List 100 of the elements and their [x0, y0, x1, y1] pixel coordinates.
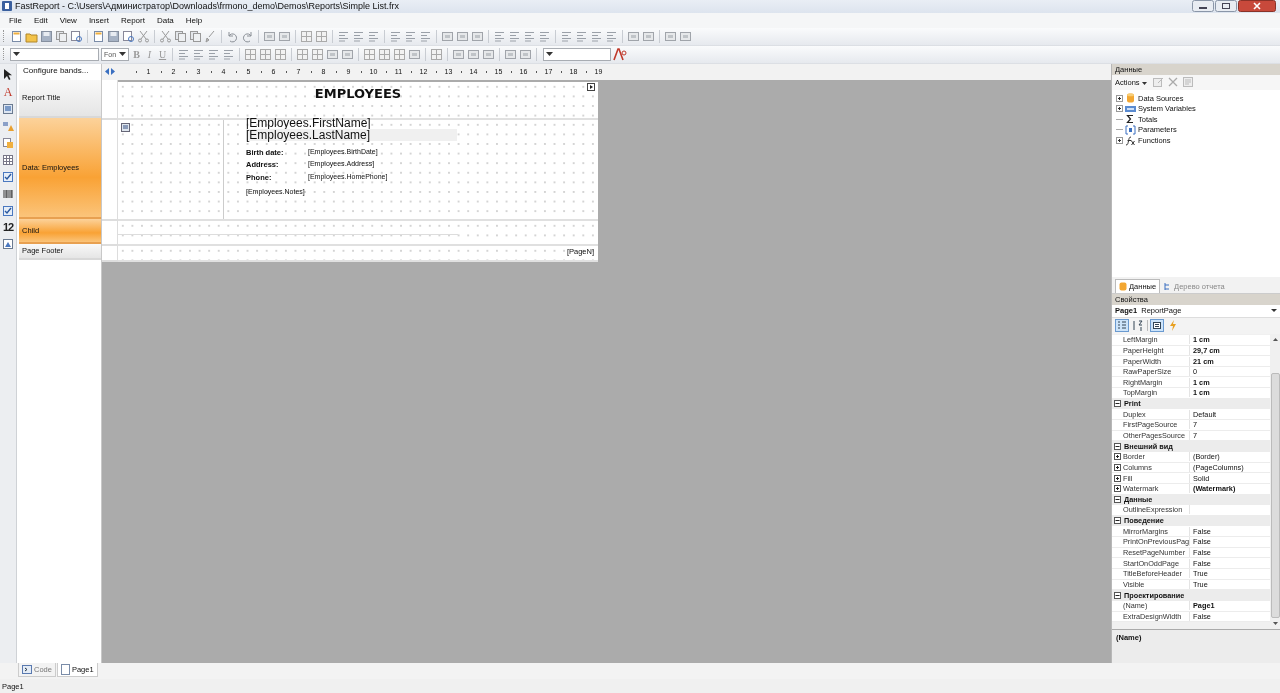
align-icon[interactable] — [538, 29, 551, 43]
categorized-icon[interactable] — [1115, 319, 1129, 333]
expand-icon[interactable] — [1116, 137, 1123, 145]
collapse-icon[interactable] — [1114, 442, 1121, 450]
square-icon[interactable] — [456, 29, 469, 43]
maximize-icon[interactable] — [1215, 0, 1237, 12]
font-style-icon[interactable] — [613, 47, 627, 61]
square-icon[interactable] — [519, 47, 532, 61]
view-icon[interactable] — [1181, 76, 1194, 89]
sort-icon[interactable] — [1131, 319, 1145, 333]
align-icon[interactable] — [419, 29, 432, 43]
square-icon[interactable] — [452, 47, 465, 61]
expand-icon[interactable] — [1113, 463, 1121, 471]
align-icon[interactable] — [389, 29, 402, 43]
align-icon[interactable] — [367, 29, 380, 43]
number-tool[interactable]: 12 — [2, 221, 14, 233]
collapse-icon[interactable] — [1114, 517, 1121, 525]
expand-icon[interactable] — [1113, 485, 1121, 493]
menu-item[interactable]: Help — [179, 14, 209, 26]
align-icon[interactable] — [192, 47, 205, 61]
magnifier-icon[interactable] — [122, 29, 135, 43]
align-icon[interactable] — [404, 29, 417, 43]
barcode-icon[interactable] — [2, 187, 14, 200]
redo-icon[interactable] — [241, 29, 254, 43]
menu-item[interactable]: View — [53, 14, 83, 26]
copy-icon[interactable] — [189, 29, 202, 43]
grid-icon[interactable] — [363, 47, 376, 61]
picture-icon[interactable] — [2, 102, 14, 115]
square-icon[interactable] — [664, 29, 677, 43]
grid-icon[interactable] — [296, 47, 309, 61]
last-name-field[interactable]: [Employees.LastName] — [246, 128, 457, 141]
picture-object[interactable] — [118, 119, 224, 219]
align-icon[interactable] — [605, 29, 618, 43]
scrollbar-thumb[interactable] — [1270, 372, 1280, 618]
grid-icon[interactable] — [430, 47, 443, 61]
scissors-icon[interactable] — [137, 29, 150, 43]
ruler-toggle-icon[interactable] — [104, 67, 116, 77]
close-icon[interactable] — [1238, 0, 1276, 12]
menu-item[interactable]: File — [3, 14, 28, 26]
collapse-icon[interactable] — [1114, 495, 1121, 503]
pointer-icon[interactable] — [2, 67, 14, 81]
collapse-icon[interactable] — [1114, 591, 1121, 599]
align-icon[interactable] — [508, 29, 521, 43]
menu-item[interactable]: Report — [114, 14, 151, 26]
align-icon[interactable] — [222, 47, 235, 61]
expand-icon[interactable] — [1113, 453, 1121, 461]
grid-icon[interactable] — [311, 47, 324, 61]
page-icon[interactable] — [92, 29, 105, 43]
square-icon[interactable] — [627, 29, 640, 43]
shapes-icon[interactable] — [2, 119, 14, 132]
menu-item[interactable]: Insert — [82, 14, 115, 26]
expand-icon[interactable] — [1116, 94, 1123, 102]
brush-icon[interactable] — [204, 29, 217, 43]
font-name-combo[interactable] — [10, 47, 99, 61]
align-icon[interactable] — [207, 47, 220, 61]
square-icon[interactable] — [679, 29, 692, 43]
align-icon[interactable] — [352, 29, 365, 43]
grid-icon[interactable] — [378, 47, 391, 61]
magnifier-icon[interactable] — [70, 29, 83, 43]
square-icon[interactable] — [341, 47, 354, 61]
square-icon[interactable] — [326, 47, 339, 61]
align-icon[interactable] — [590, 29, 603, 43]
square-icon[interactable] — [642, 29, 655, 43]
report-title-text[interactable]: EMPLOYEES — [118, 85, 598, 101]
grid-icon[interactable] — [300, 29, 313, 43]
scissors-icon[interactable] — [159, 29, 172, 43]
menu-item[interactable]: Edit — [27, 14, 54, 26]
square-icon[interactable] — [482, 47, 495, 61]
configure-bands-button[interactable]: Configure bands... — [23, 66, 89, 76]
grid-icon[interactable] — [315, 29, 328, 43]
expand-icon[interactable] — [1116, 105, 1123, 113]
checkbox-icon[interactable] — [2, 170, 14, 183]
list-icon[interactable] — [1150, 319, 1164, 333]
checkbox-icon[interactable] — [2, 204, 14, 217]
square-icon[interactable] — [471, 29, 484, 43]
undo-icon[interactable] — [226, 29, 239, 43]
delete-icon[interactable] — [1166, 76, 1179, 89]
copy-icon[interactable] — [55, 29, 68, 43]
grid-icon[interactable] — [259, 47, 272, 61]
collapse-icon[interactable] — [1114, 400, 1121, 408]
align-icon[interactable] — [575, 29, 588, 43]
align-icon[interactable] — [523, 29, 536, 43]
expand-icon[interactable] — [1113, 474, 1121, 482]
picture-icon[interactable] — [2, 237, 14, 250]
align-icon[interactable] — [560, 29, 573, 43]
first-name-field[interactable]: [Employees.FirstName] — [246, 116, 371, 129]
subreport-icon[interactable] — [2, 136, 14, 149]
copy-icon[interactable] — [174, 29, 187, 43]
align-icon[interactable] — [493, 29, 506, 43]
grid-icon[interactable] — [274, 47, 287, 61]
align-icon[interactable] — [337, 29, 350, 43]
square-icon[interactable] — [467, 47, 480, 61]
minimize-icon[interactable] — [1192, 0, 1214, 12]
play-icon[interactable] — [587, 82, 595, 91]
style-combo[interactable] — [543, 47, 611, 61]
grid-icon[interactable] — [393, 47, 406, 61]
edit-icon[interactable] — [1151, 76, 1164, 89]
square-icon[interactable] — [278, 29, 291, 43]
grid-icon[interactable] — [244, 47, 257, 61]
table-icon[interactable] — [2, 153, 14, 166]
